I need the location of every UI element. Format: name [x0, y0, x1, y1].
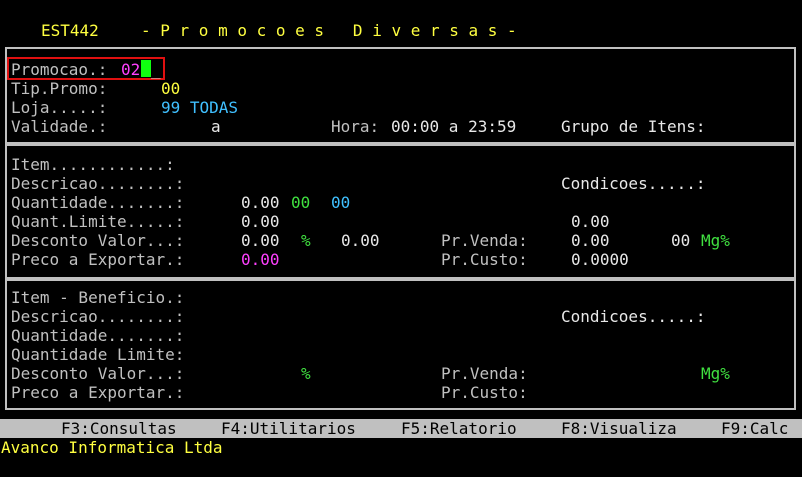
item-mg-label: Mg%	[701, 231, 730, 250]
item-prcusto-field[interactable]: 0.0000	[571, 250, 629, 269]
item-quantidade-label: Quantidade.......:	[11, 193, 185, 212]
item-prvenda-field[interactable]: 0.00	[571, 231, 610, 250]
item-prcusto-label: Pr.Custo:	[441, 250, 528, 269]
tip-promo-field[interactable]: 00	[161, 79, 180, 98]
item-desconto-pct-label: %	[301, 231, 311, 250]
item-quantidade-code-b[interactable]: 00	[331, 193, 350, 212]
beneficio-condicoes-label: Condicoes.....:	[561, 307, 706, 326]
grupo-itens-label: Grupo de Itens:	[561, 117, 706, 136]
item-label: Item............:	[11, 155, 175, 174]
beneficio-prcusto-label: Pr.Custo:	[441, 383, 528, 402]
loja-field[interactable]: 99 TODAS	[161, 98, 238, 117]
item-desconto-field[interactable]: 0.00	[241, 231, 280, 250]
text-cursor	[141, 60, 151, 77]
item-quant-limite-field[interactable]: 0.00	[241, 212, 280, 231]
promocao-field-remaining[interactable]: _	[151, 60, 161, 79]
tip-promo-label: Tip.Promo:	[11, 79, 108, 98]
beneficio-item-label: Item - Beneficio.:	[11, 288, 185, 307]
company-footer: Avanco Informatica Ltda	[1, 438, 223, 457]
beneficio-preco-exportar-label: Preco a Exportar.:	[11, 383, 185, 402]
screen-title: - P r o m o c o e s D i v e r s a s -	[141, 21, 517, 40]
beneficio-desconto-label: Desconto Valor...:	[11, 364, 185, 383]
item-preco-exportar-field[interactable]: 0.00	[241, 250, 280, 269]
beneficio-quantidade-label: Quantidade.......:	[11, 326, 185, 345]
hora-field[interactable]: 00:00 a 23:59	[391, 117, 516, 136]
beneficio-mg-label: Mg%	[701, 364, 730, 383]
function-key-bar: F3:Consultas F4:Utilitarios F5:Relatorio…	[0, 419, 802, 438]
beneficio-prvenda-label: Pr.Venda:	[441, 364, 528, 383]
loja-label: Loja.....:	[11, 98, 108, 117]
program-code: EST442	[41, 21, 99, 40]
validade-label: Validade.:	[11, 117, 108, 136]
beneficio-quant-limite-label: Quantidade Limite:	[11, 345, 185, 364]
beneficio-descricao-label: Descricao........:	[11, 307, 185, 326]
promocao-field[interactable]: 02	[121, 60, 140, 79]
fkey-f3-consultas[interactable]: F3:Consultas	[61, 419, 177, 438]
fkey-f5-relatorio[interactable]: F5:Relatorio	[401, 419, 517, 438]
item-quantidade-code-a[interactable]: 00	[291, 193, 310, 212]
item-quant-limite-label: Quant.Limite.....:	[11, 212, 185, 231]
fkey-f4-utilitarios[interactable]: F4:Utilitarios	[221, 419, 356, 438]
item-condicoes-value[interactable]: 0.00	[571, 212, 610, 231]
hora-label: Hora:	[331, 117, 380, 136]
item-quantidade-field[interactable]: 0.00	[241, 193, 280, 212]
fkey-f8-visualiza[interactable]: F8:Visualiza	[561, 419, 677, 438]
item-condicoes-label: Condicoes.....:	[561, 174, 706, 193]
promocao-label: Promocao.:	[11, 60, 108, 79]
item-mg-field[interactable]: 00	[671, 231, 690, 250]
item-desconto-label: Desconto Valor...:	[11, 231, 185, 250]
beneficio-desconto-pct-label: %	[301, 364, 311, 383]
item-descricao-label: Descricao........:	[11, 174, 185, 193]
item-desconto-pct-field[interactable]: 0.00	[341, 231, 380, 250]
validade-separator: a	[211, 117, 221, 136]
item-prvenda-label: Pr.Venda:	[441, 231, 528, 250]
fkey-f9-calc[interactable]: F9:Calc	[721, 419, 788, 438]
item-preco-exportar-label: Preco a Exportar.:	[11, 250, 185, 269]
